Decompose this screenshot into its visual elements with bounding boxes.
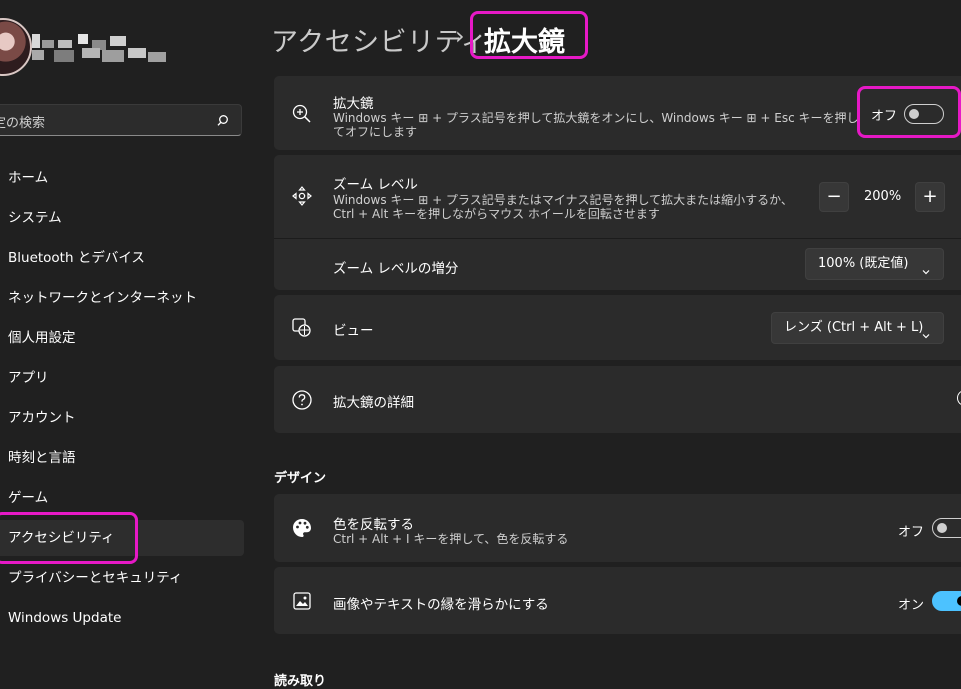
invert-colors-toggle[interactable] [932,518,961,538]
magnifier-details-card[interactable]: 拡大鏡の詳細 [274,366,961,433]
sidebar-item-label: アクセシビリティ [8,530,115,546]
magnifier-toggle[interactable] [904,104,944,124]
help-icon [291,389,313,411]
zoom-increment-title: ズーム レベルの増分 [333,261,459,277]
search-icon[interactable] [216,113,230,127]
invert-colors-description: Ctrl + Alt + I キーを押して、色を反転する [333,532,569,546]
search-placeholder: 定の検索 [0,116,46,131]
chevron-down-icon [921,259,931,275]
zoom-increase-button[interactable]: + [915,182,945,212]
sidebar-item-label: Bluetooth とデバイス [8,250,145,266]
sidebar-item-accounts[interactable]: アカウント [0,400,244,436]
image-smooth-icon [291,590,313,612]
move-arrows-icon [291,185,313,207]
sidebar-item-label: アプリ [8,370,49,386]
sidebar-item-label: ネットワークとインターネット [8,290,197,306]
sidebar-item-label: プライバシーとセキュリティ [8,570,183,586]
magnifier-details-title: 拡大鏡の詳細 [333,395,414,411]
sidebar-item-label: アカウント [8,410,76,426]
sidebar-item-apps[interactable]: アプリ [0,360,244,396]
zoom-level-title: ズーム レベル [333,177,418,193]
settings-search-input[interactable]: 定の検索 [0,104,242,136]
palette-icon [291,517,313,539]
magnifier-setting-card: 拡大鏡 Windows キー ⊞ + プラス記号を押して拡大鏡をオンにし、Win… [274,76,961,150]
sidebar-item-network[interactable]: ネットワークとインターネット [0,280,244,316]
zoom-level-value: 200% [864,189,902,204]
zoom-level-description-line1: Windows キー ⊞ + プラス記号またはマイナス記号を押して拡大または縮小… [333,193,793,207]
sidebar-item-bluetooth[interactable]: Bluetooth とデバイス [0,240,244,276]
magnifier-description-line2: てオフにします [333,125,418,139]
user-avatar[interactable] [0,18,32,76]
sidebar-item-system[interactable]: システム [0,200,244,236]
smooth-toggle-state: オン [898,598,925,613]
zoom-level-card: ズーム レベル Windows キー ⊞ + プラス記号またはマイナス記号を押し… [274,155,961,290]
magnifier-toggle-state: オフ [871,109,898,124]
toggle-knob [937,523,947,533]
zoom-decrease-button[interactable]: − [819,182,849,212]
divider [274,238,961,239]
magnifier-description-line1: Windows キー ⊞ + プラス記号を押して拡大鏡をオンにし、Windows… [333,111,859,125]
view-mode-icon [291,317,313,339]
section-header-design: デザイン [274,471,327,486]
toggle-knob [909,109,919,119]
chevron-down-icon [957,390,961,406]
invert-toggle-state: オフ [898,525,925,540]
sidebar-item-label: 個人用設定 [8,330,76,346]
smooth-edges-toggle[interactable] [932,591,961,611]
sidebar-item-gaming[interactable]: ゲーム [0,480,244,516]
sidebar-item-label: システム [8,210,62,226]
magnifier-title: 拡大鏡 [333,96,374,112]
zoom-level-description-line2: Ctrl + Alt キーを押しながらマウス ホイールを回転させます [333,207,660,221]
zoom-in-icon [291,103,313,125]
sidebar-item-personalization[interactable]: 個人用設定 [0,320,244,356]
zoom-increment-value: 100% (既定値) [818,256,909,271]
sidebar-item-label: ホーム [8,170,49,186]
sidebar-item-label: 時刻と言語 [8,450,76,466]
smooth-edges-card: 画像やテキストの縁を滑らかにする オン [274,567,961,634]
view-mode-dropdown[interactable]: レンズ (Ctrl + Alt + L) [771,312,944,344]
page-title: 拡大鏡 [484,27,565,58]
view-card: ビュー レンズ (Ctrl + Alt + L) [274,295,961,360]
invert-colors-title: 色を反転する [333,517,414,533]
view-mode-value: レンズ (Ctrl + Alt + L) [784,320,924,335]
view-title: ビュー [333,323,374,339]
sidebar-item-home[interactable]: ホーム [0,160,244,196]
toggle-knob [957,596,961,606]
user-name-pixelated [32,30,168,70]
invert-colors-card: 色を反転する Ctrl + Alt + I キーを押して、色を反転する オフ [274,494,961,562]
sidebar-item-time-language[interactable]: 時刻と言語 [0,440,244,476]
sidebar-item-label: ゲーム [8,490,49,506]
smooth-edges-title: 画像やテキストの縁を滑らかにする [333,597,549,613]
sidebar-item-windows-update[interactable]: Windows Update [0,600,244,636]
sidebar-item-privacy[interactable]: プライバシーとセキュリティ [0,560,244,596]
sidebar-item-accessibility[interactable]: アクセシビリティ [0,520,244,556]
chevron-down-icon [921,323,931,339]
zoom-increment-dropdown[interactable]: 100% (既定値) [805,248,944,280]
section-header-reading: 読み取り [274,674,327,689]
breadcrumb-separator-icon: › [455,22,465,50]
sidebar-item-label: Windows Update [8,610,122,626]
